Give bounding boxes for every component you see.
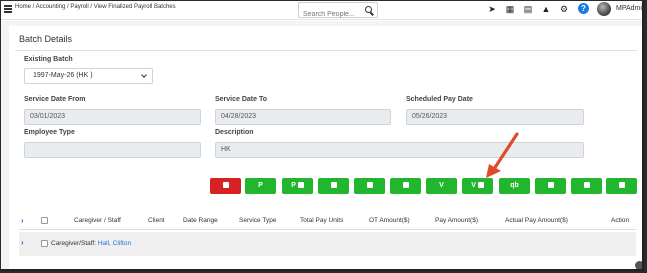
search-box[interactable] <box>298 2 378 22</box>
service-date-from-label: Service Date From <box>24 96 86 103</box>
col-client[interactable]: Client <box>148 217 165 224</box>
table-row[interactable]: › Caregiver/Staff: Hall, Clifton <box>19 232 636 256</box>
document-icon <box>366 182 373 189</box>
existing-batch-select[interactable]: 1997-May-26 (HK ) <box>24 68 153 84</box>
annotation-arrow-icon <box>486 132 519 178</box>
p-lock-button[interactable]: P <box>282 178 313 194</box>
card-icon <box>330 182 337 189</box>
trash-icon <box>222 182 229 189</box>
hamburger-menu-icon[interactable] <box>4 5 12 13</box>
top-navbar: Home / Accounting / Payroll / View Final… <box>1 1 642 22</box>
p-button[interactable]: P <box>245 178 276 194</box>
col-service-type[interactable]: Service Type <box>239 217 276 224</box>
existing-batch-label: Existing Batch <box>24 56 73 63</box>
col-caregiver-staff[interactable]: Caregiver / Staff <box>74 217 121 224</box>
divider <box>15 50 637 51</box>
card-button[interactable] <box>318 178 349 194</box>
lock-icon <box>297 182 304 189</box>
delete-button[interactable] <box>210 178 241 194</box>
qb-button[interactable]: qb <box>499 178 530 194</box>
batch-details-card: Batch Details Existing Batch 1997-May-26… <box>9 26 642 269</box>
user-name[interactable]: MPAdmi <box>616 5 642 12</box>
print-icon <box>618 182 625 189</box>
search-input[interactable] <box>299 7 359 22</box>
scheduled-pay-date-label: Scheduled Pay Date <box>406 96 473 103</box>
clock-button[interactable] <box>571 178 602 194</box>
page-content: Batch Details Existing Batch 1997-May-26… <box>1 21 642 269</box>
lock-icon <box>477 182 484 189</box>
col-actual-pay-amount[interactable]: Actual Pay Amount($) <box>505 217 568 224</box>
bell-icon[interactable]: ▲ <box>541 4 551 14</box>
caregiver-link[interactable]: Hall, Clifton <box>98 240 131 247</box>
scroll-indicator[interactable] <box>635 261 642 269</box>
service-date-to-field: 04/28/2023 <box>215 109 391 125</box>
user-edit-icon <box>547 182 554 189</box>
col-date-range[interactable]: Date Range <box>183 217 218 224</box>
breadcrumb[interactable]: Home / Accounting / Payroll / View Final… <box>15 4 176 10</box>
document-button[interactable] <box>354 178 385 194</box>
print-button[interactable] <box>606 178 637 194</box>
col-ot-amount[interactable]: OT Amount($) <box>369 217 410 224</box>
action-toolbar: P P V V qb <box>9 178 642 194</box>
col-total-pay-units[interactable]: Total Pay Units <box>300 217 343 224</box>
avatar[interactable] <box>597 2 611 16</box>
caregiver-cell: Caregiver/Staff: Hall, Clifton <box>51 240 132 247</box>
user-edit-button[interactable] <box>535 178 566 194</box>
table-header: › Caregiver / Staff Client Date Range Se… <box>19 212 636 230</box>
existing-batch-value: 1997-May-26 (HK ) <box>33 72 93 79</box>
service-date-from-field: 03/01/2023 <box>24 109 201 125</box>
chevron-down-icon <box>141 72 147 78</box>
service-date-to-label: Service Date To <box>215 96 268 103</box>
calendar-icon[interactable]: ▦ <box>505 4 515 14</box>
page-title: Batch Details <box>19 34 73 44</box>
employee-type-label: Employee Type <box>24 129 75 136</box>
clock-icon <box>583 182 590 189</box>
gear-icon[interactable]: ⚙ <box>559 4 569 14</box>
scheduled-pay-date-field: 05/26/2023 <box>406 109 584 125</box>
expand-all-chevron-icon[interactable]: › <box>21 216 24 225</box>
clipboard-icon[interactable]: ▤ <box>523 4 533 14</box>
download-button[interactable] <box>390 178 421 194</box>
expand-row-chevron-icon[interactable]: › <box>21 238 24 247</box>
v-lock-button[interactable]: V <box>462 178 493 194</box>
help-icon[interactable]: ? <box>578 3 589 14</box>
employee-type-field <box>24 142 201 158</box>
select-all-checkbox[interactable] <box>41 217 48 224</box>
col-action: Action <box>611 217 630 224</box>
col-pay-amount[interactable]: Pay Amount($) <box>435 217 478 224</box>
search-icon[interactable] <box>365 6 372 13</box>
description-label: Description <box>215 129 254 136</box>
row-checkbox[interactable] <box>41 240 48 247</box>
download-icon <box>402 182 409 189</box>
rocket-icon[interactable]: ➤ <box>487 4 497 14</box>
v-button[interactable]: V <box>426 178 457 194</box>
app-window: Home / Accounting / Payroll / View Final… <box>1 1 644 271</box>
